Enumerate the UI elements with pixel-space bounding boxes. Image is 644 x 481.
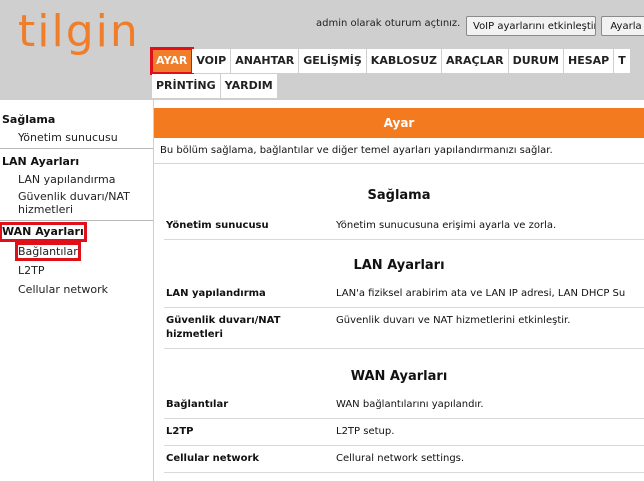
main-nav-row-1: AYAR VOIP ANAHTAR GELİŞMİŞ KABLOSUZ ARAÇ… bbox=[149, 47, 630, 75]
sidebar-heading-saglama[interactable]: Sağlama bbox=[0, 100, 153, 127]
sidebar-section-wan: WAN Ayarları Bağlantılar L2TP Cellular n… bbox=[0, 221, 153, 300]
sidebar: Sağlama Yönetim sunucusu LAN Ayarları LA… bbox=[0, 100, 153, 481]
tilgin-logo: tilgin bbox=[18, 6, 140, 57]
sidebar-item-lan-yapilandirma[interactable]: LAN yapılandırma bbox=[0, 169, 153, 186]
sidebar-item-cellular[interactable]: Cellular network bbox=[0, 277, 153, 296]
tab-voip[interactable]: VOIP bbox=[192, 49, 232, 73]
table-row: Cellular network Cellural network settin… bbox=[164, 446, 644, 473]
tab-durum[interactable]: DURUM bbox=[508, 49, 565, 73]
row-label-l2tp[interactable]: L2TP bbox=[164, 419, 334, 445]
sidebar-heading-wan[interactable]: WAN Ayarları bbox=[0, 221, 153, 242]
tab-anahtar[interactable]: ANAHTAR bbox=[231, 49, 300, 73]
sidebar-item-l2tp[interactable]: L2TP bbox=[0, 258, 153, 277]
wan-heading-highlight: WAN Ayarları bbox=[0, 222, 87, 242]
baglantilar-highlight: Bağlantılar bbox=[15, 242, 81, 261]
table-row: L2TP L2TP setup. bbox=[164, 419, 644, 446]
table-row: Yönetim sunucusu Yönetim sunucusuna eriş… bbox=[164, 213, 644, 240]
sidebar-section-saglama: Sağlama Yönetim sunucusu bbox=[0, 100, 153, 149]
row-desc-baglantilar: WAN bağlantılarını yapılandır. bbox=[336, 399, 484, 410]
main-content: Ayar Bu bölüm sağlama, bağlantılar ve di… bbox=[153, 100, 644, 481]
section-title-wan: WAN Ayarları bbox=[350, 369, 448, 384]
sidebar-heading-lan[interactable]: LAN Ayarları bbox=[0, 149, 153, 169]
page-title: Ayar bbox=[154, 108, 644, 138]
tab-araclar[interactable]: ARAÇLAR bbox=[442, 49, 509, 73]
table-row: Güvenlik duvarı/NAT hizmetleri Güvenlik … bbox=[164, 308, 644, 349]
tab-kablosuz[interactable]: KABLOSUZ bbox=[366, 49, 443, 73]
row-desc-cellular: Cellural network settings. bbox=[336, 453, 465, 464]
row-label-yonetim[interactable]: Yönetim sunucusu bbox=[164, 213, 334, 239]
content-spacer bbox=[154, 100, 644, 108]
tab-printing[interactable]: PRİNTİNG bbox=[152, 74, 221, 98]
sidebar-section-lan: LAN Ayarları LAN yapılandırma Güvenlik d… bbox=[0, 149, 153, 221]
header: tilgin admin olarak oturum açtınız. VoIP… bbox=[0, 0, 644, 100]
row-label-guvenlik[interactable]: Güvenlik duvarı/NAT hizmetleri bbox=[164, 308, 334, 348]
enable-voip-button[interactable]: VoIP ayarlarını etkinleştir bbox=[466, 16, 596, 36]
intro-text: Bu bölüm sağlama, bağlantılar ve diğer t… bbox=[154, 138, 644, 164]
table-row: LAN yapılandırma LAN'a fiziksel arabirim… bbox=[164, 281, 644, 308]
tab-gelismis[interactable]: GELİŞMİŞ bbox=[299, 49, 367, 73]
tab-truncated[interactable]: T bbox=[614, 49, 630, 73]
row-label-cellular[interactable]: Cellular network bbox=[164, 446, 334, 472]
sidebar-item-baglantilar[interactable]: Bağlantılar bbox=[0, 239, 153, 261]
row-desc-guvenlik: Güvenlik duvarı ve NAT hizmetlerini etki… bbox=[336, 315, 571, 326]
login-status-text: admin olarak oturum açtınız. bbox=[316, 18, 461, 29]
row-label-lan[interactable]: LAN yapılandırma bbox=[164, 281, 334, 307]
section-title-lan: LAN Ayarları bbox=[353, 258, 445, 273]
tab-ayar[interactable]: AYAR bbox=[149, 47, 195, 75]
tab-hesap[interactable]: HESAP bbox=[564, 49, 615, 73]
tab-yardim[interactable]: YARDIM bbox=[220, 74, 277, 98]
settings-button[interactable]: Ayarla bbox=[601, 16, 644, 36]
row-desc-l2tp: L2TP setup. bbox=[336, 426, 395, 437]
table-row: Bağlantılar WAN bağlantılarını yapılandı… bbox=[164, 392, 644, 419]
sidebar-item-guvenlik-duvari[interactable]: Güvenlik duvarı/NAT hizmetleri bbox=[0, 186, 153, 216]
sidebar-item-yonetim-sunucusu[interactable]: Yönetim sunucusu bbox=[0, 127, 153, 144]
section-title-saglama: Sağlama bbox=[367, 188, 431, 203]
row-label-baglantilar[interactable]: Bağlantılar bbox=[164, 392, 334, 418]
row-desc-yonetim: Yönetim sunucusuna erişimi ayarla ve zor… bbox=[336, 220, 557, 231]
row-desc-lan: LAN'a fiziksel arabirim ata ve LAN IP ad… bbox=[336, 288, 626, 299]
main-nav-row-2: PRİNTİNG YARDIM bbox=[152, 74, 277, 98]
